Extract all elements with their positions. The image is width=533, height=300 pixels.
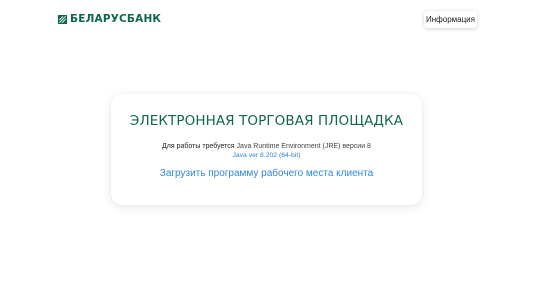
- requirement-text: Для работы требуется Java Runtime Enviro…: [111, 142, 422, 151]
- page: БЕЛАРУСБАНК Информация ЭЛЕКТРОННАЯ ТОРГО…: [0, 0, 533, 300]
- java-version-link[interactable]: Java ver 8.202 (64-bit): [111, 151, 422, 160]
- requirement-prefix: Для работы требуется: [162, 143, 235, 150]
- download-client-link[interactable]: Загрузить программу рабочего места клиен…: [111, 167, 422, 180]
- belarusbank-logo-icon: [58, 14, 67, 24]
- main-card: ЭЛЕКТРОННАЯ ТОРГОВАЯ ПЛОЩАДКА Для работы…: [111, 94, 422, 205]
- header-logo[interactable]: БЕЛАРУСБАНК: [58, 13, 161, 25]
- page-title: ЭЛЕКТРОННАЯ ТОРГОВАЯ ПЛОЩАДКА: [129, 113, 404, 129]
- logo-text: БЕЛАРУСБАНК: [70, 13, 162, 25]
- requirement-software: Java Runtime Environment (JRE) версии 8: [236, 143, 371, 150]
- info-button[interactable]: Информация: [424, 11, 477, 28]
